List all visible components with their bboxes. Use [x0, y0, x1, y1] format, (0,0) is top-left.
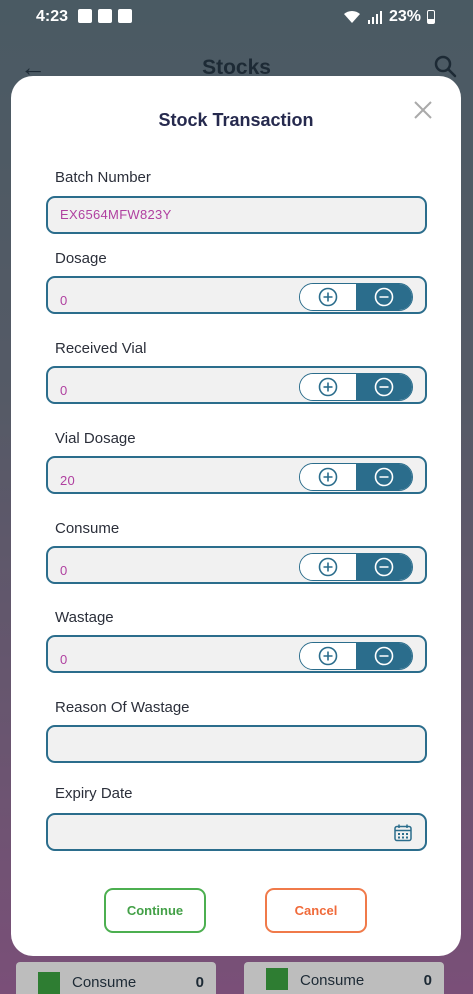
summary-label: Consume	[72, 974, 137, 991]
plus-circle-icon	[318, 557, 338, 577]
dosage-stepper	[299, 283, 413, 311]
dialog-title: Stock Transaction	[158, 110, 314, 130]
wastage-stepper	[299, 642, 413, 670]
increment-button[interactable]	[300, 374, 356, 400]
wifi-icon	[343, 10, 360, 23]
minus-circle-icon	[374, 377, 394, 397]
consume-stepper	[299, 553, 413, 581]
close-icon[interactable]	[411, 98, 435, 122]
decrement-button[interactable]	[356, 554, 412, 580]
minus-circle-icon	[374, 646, 394, 666]
notification-icons	[78, 9, 132, 23]
battery-percent: 23%	[388, 8, 421, 25]
consume-field[interactable]: 0	[46, 546, 427, 584]
batch-number-field[interactable]: EX6564MFW823Y	[46, 196, 427, 234]
plus-circle-icon	[318, 646, 338, 666]
status-bar: 4:23 23%	[0, 0, 473, 34]
plus-circle-icon	[318, 287, 338, 307]
status-time: 4:23	[36, 8, 69, 25]
expiry-date-field[interactable]	[46, 813, 427, 851]
increment-button[interactable]	[300, 643, 356, 669]
consume-label: Consume	[55, 520, 120, 537]
vial-dosage-field[interactable]: 20	[46, 456, 427, 494]
notification-icon	[78, 9, 92, 23]
wastage-label: Wastage	[55, 609, 114, 626]
decrement-button[interactable]	[356, 374, 412, 400]
decrement-button[interactable]	[356, 464, 412, 490]
summary-card: Consume 0	[244, 962, 444, 994]
summary-card: Consume 0	[16, 962, 216, 994]
consume-value: 0	[60, 563, 68, 578]
minus-circle-icon	[374, 467, 394, 487]
summary-count: 0	[423, 972, 432, 989]
plus-circle-icon	[318, 467, 338, 487]
signal-icon	[367, 11, 382, 24]
dosage-label: Dosage	[55, 250, 107, 267]
calendar-icon[interactable]	[393, 823, 413, 843]
summary-count: 0	[195, 974, 204, 991]
wastage-field[interactable]: 0	[46, 635, 427, 673]
search-icon[interactable]	[433, 54, 457, 78]
summary-label: Consume	[300, 972, 365, 989]
dosage-value: 0	[60, 293, 68, 308]
increment-button[interactable]	[300, 464, 356, 490]
stock-transaction-dialog: Stock Transaction Batch Number EX6564MFW…	[11, 76, 461, 956]
reason-of-wastage-label: Reason Of Wastage	[55, 699, 190, 716]
decrement-button[interactable]	[356, 643, 412, 669]
vial-dosage-stepper	[299, 463, 413, 491]
received-vial-stepper	[299, 373, 413, 401]
batch-number-value: EX6564MFW823Y	[60, 207, 172, 222]
reason-of-wastage-field[interactable]	[46, 725, 427, 763]
wastage-value: 0	[60, 652, 68, 667]
increment-button[interactable]	[300, 554, 356, 580]
status-right: 23%	[343, 8, 435, 26]
legend-swatch	[266, 968, 288, 990]
received-vial-value: 0	[60, 383, 68, 398]
dosage-field[interactable]: 0	[46, 276, 427, 314]
checkbox-icon	[118, 9, 132, 23]
continue-button[interactable]: Continue	[104, 888, 206, 933]
received-vial-field[interactable]: 0	[46, 366, 427, 404]
gallery-icon	[98, 9, 112, 23]
battery-icon	[427, 10, 435, 24]
expiry-date-label: Expiry Date	[55, 785, 133, 802]
minus-circle-icon	[374, 287, 394, 307]
cancel-button[interactable]: Cancel	[265, 888, 367, 933]
minus-circle-icon	[374, 557, 394, 577]
increment-button[interactable]	[300, 284, 356, 310]
decrement-button[interactable]	[356, 284, 412, 310]
vial-dosage-value: 20	[60, 473, 76, 488]
received-vial-label: Received Vial	[55, 340, 147, 357]
plus-circle-icon	[318, 377, 338, 397]
legend-swatch	[38, 972, 60, 994]
batch-number-label: Batch Number	[55, 169, 151, 186]
vial-dosage-label: Vial Dosage	[55, 430, 136, 447]
